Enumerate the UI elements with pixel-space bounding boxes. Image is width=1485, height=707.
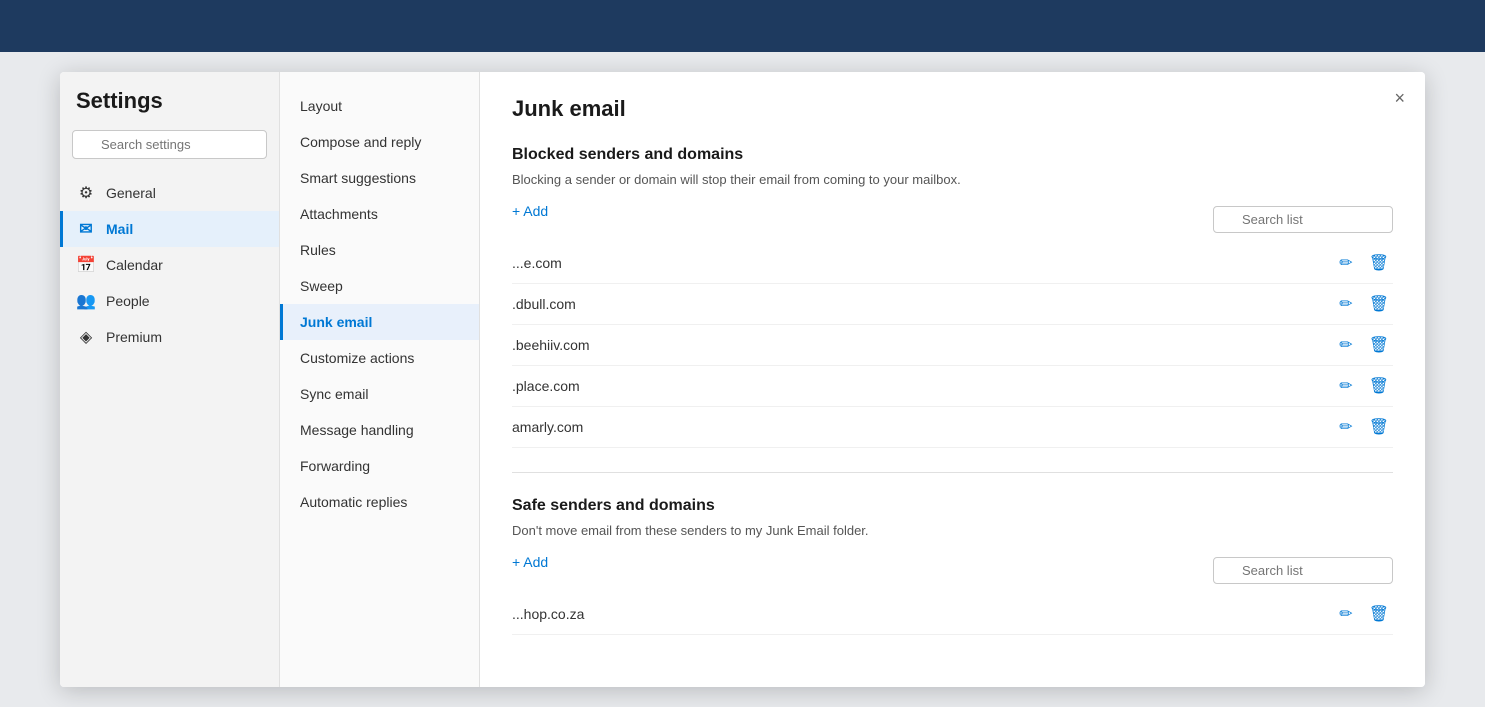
- menu-sync[interactable]: Sync email: [280, 376, 479, 412]
- sidebar-item-general[interactable]: ⚙ General: [60, 175, 279, 211]
- settings-title: Settings: [60, 88, 279, 130]
- blocked-domain-3-name: .beehiiv.com: [512, 337, 1335, 353]
- blocked-domain-row-5: amarly.com ✏ 🗑: [512, 407, 1393, 448]
- safe-domain-1-edit-button[interactable]: ✏: [1335, 602, 1356, 626]
- blocked-domain-1-actions: ✏ 🗑: [1335, 251, 1393, 275]
- sidebar-item-premium[interactable]: ◈ Premium: [60, 319, 279, 355]
- top-bar: [0, 0, 1485, 52]
- menu-layout[interactable]: Layout: [280, 88, 479, 124]
- blocked-domain-4-delete-button[interactable]: 🗑: [1365, 374, 1393, 398]
- blocked-domain-1-name: ...e.com: [512, 255, 1335, 271]
- safe-search-list-wrapper: 🔍: [1213, 557, 1393, 584]
- blocked-section: Blocked senders and domains Blocking a s…: [512, 146, 1393, 448]
- settings-content: × Junk email Blocked senders and domains…: [480, 72, 1425, 687]
- safe-section-title: Safe senders and domains: [512, 497, 1393, 515]
- blocked-domain-4-name: .place.com: [512, 378, 1335, 394]
- sidebar-item-people[interactable]: 👥 People: [60, 283, 279, 319]
- close-button[interactable]: ×: [1394, 88, 1405, 109]
- blocked-search-list-wrapper: 🔍: [1213, 206, 1393, 233]
- main-container: Settings 🔍 ⚙ General ✉ Mail 📅 Calendar: [0, 52, 1485, 707]
- blocked-domain-row-2: .dbull.com ✏ 🗑: [512, 284, 1393, 325]
- menu-forwarding[interactable]: Forwarding: [280, 448, 479, 484]
- sidebar-item-calendar-label: Calendar: [106, 257, 163, 273]
- blocked-domain-2-actions: ✏ 🗑: [1335, 292, 1393, 316]
- settings-sidebar: Settings 🔍 ⚙ General ✉ Mail 📅 Calendar: [60, 72, 280, 687]
- menu-attachments[interactable]: Attachments: [280, 196, 479, 232]
- menu-customize[interactable]: Customize actions: [280, 340, 479, 376]
- blocked-domain-3-delete-button[interactable]: 🗑: [1365, 333, 1393, 357]
- blocked-domain-row-1: ...e.com ✏ 🗑: [512, 243, 1393, 284]
- blocked-section-desc: Blocking a sender or domain will stop th…: [512, 172, 1393, 187]
- blocked-domain-4-actions: ✏ 🗑: [1335, 374, 1393, 398]
- search-settings-input[interactable]: [72, 130, 267, 159]
- blocked-domain-row-3: .beehiiv.com ✏ 🗑: [512, 325, 1393, 366]
- blocked-domain-3-edit-button[interactable]: ✏: [1335, 333, 1356, 357]
- menu-junk[interactable]: Junk email: [280, 304, 479, 340]
- blocked-domain-2-delete-button[interactable]: 🗑: [1365, 292, 1393, 316]
- safe-domain-row-1: ...hop.co.za ✏ 🗑: [512, 594, 1393, 635]
- blocked-section-title: Blocked senders and domains: [512, 146, 1393, 164]
- mail-icon: ✉: [76, 219, 96, 239]
- blocked-domain-5-actions: ✏ 🗑: [1335, 415, 1393, 439]
- blocked-domain-4-edit-button[interactable]: ✏: [1335, 374, 1356, 398]
- blocked-domain-2-edit-button[interactable]: ✏: [1335, 292, 1356, 316]
- menu-rules[interactable]: Rules: [280, 232, 479, 268]
- safe-add-button[interactable]: + Add: [512, 554, 548, 570]
- menu-compose[interactable]: Compose and reply: [280, 124, 479, 160]
- sidebar-item-general-label: General: [106, 185, 156, 201]
- sidebar-item-people-label: People: [106, 293, 150, 309]
- safe-section: Safe senders and domains Don't move emai…: [512, 497, 1393, 635]
- search-wrapper: 🔍: [72, 130, 267, 159]
- safe-domain-1-name: ...hop.co.za: [512, 606, 1335, 622]
- blocked-domain-1-delete-button[interactable]: 🗑: [1365, 251, 1393, 275]
- blocked-search-list-input[interactable]: [1213, 206, 1393, 233]
- blocked-domain-5-delete-button[interactable]: 🗑: [1365, 415, 1393, 439]
- safe-section-desc: Don't move email from these senders to m…: [512, 523, 1393, 538]
- menu-message[interactable]: Message handling: [280, 412, 479, 448]
- safe-search-list-input[interactable]: [1213, 557, 1393, 584]
- settings-modal: Settings 🔍 ⚙ General ✉ Mail 📅 Calendar: [60, 72, 1425, 687]
- blocked-domain-3-actions: ✏ 🗑: [1335, 333, 1393, 357]
- blocked-domain-2-name: .dbull.com: [512, 296, 1335, 312]
- blocked-domain-1-edit-button[interactable]: ✏: [1335, 251, 1356, 275]
- blocked-add-button[interactable]: + Add: [512, 203, 548, 219]
- blocked-domain-row-4: .place.com ✏ 🗑: [512, 366, 1393, 407]
- sidebar-item-calendar[interactable]: 📅 Calendar: [60, 247, 279, 283]
- blocked-domain-5-name: amarly.com: [512, 419, 1335, 435]
- menu-sweep[interactable]: Sweep: [280, 268, 479, 304]
- sidebar-item-mail[interactable]: ✉ Mail: [60, 211, 279, 247]
- premium-icon: ◈: [76, 327, 96, 347]
- sidebar-item-mail-label: Mail: [106, 221, 133, 237]
- safe-domain-1-actions: ✏ 🗑: [1335, 602, 1393, 626]
- page-title: Junk email: [512, 96, 1393, 122]
- blocked-domain-5-edit-button[interactable]: ✏: [1335, 415, 1356, 439]
- general-icon: ⚙: [76, 183, 96, 203]
- settings-menu: Layout Compose and reply Smart suggestio…: [280, 72, 480, 687]
- people-icon: 👥: [76, 291, 96, 311]
- safe-domain-1-delete-button[interactable]: 🗑: [1365, 602, 1393, 626]
- section-divider: [512, 472, 1393, 473]
- menu-smart[interactable]: Smart suggestions: [280, 160, 479, 196]
- sidebar-item-premium-label: Premium: [106, 329, 162, 345]
- menu-auto[interactable]: Automatic replies: [280, 484, 479, 520]
- calendar-icon: 📅: [76, 255, 96, 275]
- search-settings-container: 🔍: [60, 130, 279, 175]
